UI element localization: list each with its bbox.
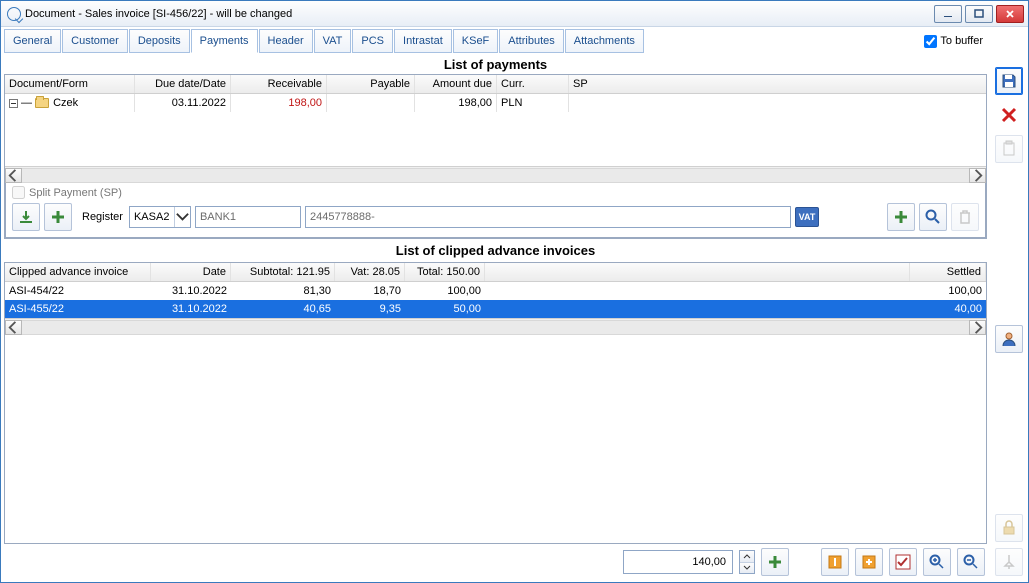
col-payable[interactable]: Payable bbox=[327, 75, 415, 93]
user-button[interactable] bbox=[995, 325, 1023, 353]
to-buffer-checkbox[interactable] bbox=[924, 35, 937, 48]
add-clipped-button[interactable] bbox=[761, 548, 789, 576]
add-payment-button[interactable] bbox=[887, 203, 915, 231]
payments-hscroll[interactable] bbox=[5, 166, 986, 183]
chevron-down-icon bbox=[174, 207, 190, 227]
col-sp[interactable]: SP bbox=[569, 75, 986, 93]
import-register-button[interactable] bbox=[12, 203, 40, 231]
clipped-row[interactable]: ASI-454/2231.10.202281,3018,70100,00100,… bbox=[5, 282, 986, 300]
col-vat[interactable]: Vat: 28.05 bbox=[335, 263, 405, 281]
tab-header[interactable]: Header bbox=[259, 29, 313, 53]
col-subtotal[interactable]: Subtotal: 121.95 bbox=[231, 263, 335, 281]
lock-button bbox=[995, 514, 1023, 542]
tab-customer[interactable]: Customer bbox=[62, 29, 128, 53]
clipped-hscroll[interactable] bbox=[5, 318, 986, 335]
validate-button[interactable] bbox=[889, 548, 917, 576]
tab-deposits[interactable]: Deposits bbox=[129, 29, 190, 53]
account-field[interactable]: 2445778888- bbox=[305, 206, 791, 228]
action-1-button[interactable] bbox=[821, 548, 849, 576]
to-buffer-label[interactable]: To buffer bbox=[940, 35, 983, 47]
col-date[interactable]: Date bbox=[151, 263, 231, 281]
add-register-button[interactable] bbox=[44, 203, 72, 231]
col-clipped-invoice[interactable]: Clipped advance invoice bbox=[5, 263, 151, 281]
spin-up-icon[interactable] bbox=[740, 551, 754, 563]
tab-intrastat[interactable]: Intrastat bbox=[394, 29, 452, 53]
search-payment-button[interactable] bbox=[919, 203, 947, 231]
clipped-row[interactable]: ASI-455/2231.10.202240,659,3550,0040,00 bbox=[5, 300, 986, 318]
scroll-right-icon[interactable] bbox=[969, 320, 986, 335]
split-payment-checkbox[interactable] bbox=[12, 186, 25, 199]
col-amount-due[interactable]: Amount due bbox=[415, 75, 497, 93]
amount-input[interactable]: 140,00 bbox=[623, 550, 733, 574]
col-currency[interactable]: Curr. bbox=[497, 75, 569, 93]
vat-badge-button[interactable]: VAT bbox=[795, 207, 819, 227]
action-2-button[interactable] bbox=[855, 548, 883, 576]
tab-ksef[interactable]: KSeF bbox=[453, 29, 499, 53]
split-payment-label: Split Payment (SP) bbox=[29, 187, 122, 199]
scroll-left-icon[interactable] bbox=[5, 168, 22, 183]
tab-attributes[interactable]: Attributes bbox=[499, 29, 563, 53]
close-button[interactable] bbox=[996, 5, 1024, 23]
cancel-button[interactable] bbox=[995, 101, 1023, 129]
col-total[interactable]: Total: 150.00 bbox=[405, 263, 485, 281]
maximize-button[interactable] bbox=[965, 5, 993, 23]
register-label: Register bbox=[82, 211, 123, 223]
col-document-form[interactable]: Document/Form bbox=[5, 75, 135, 93]
amount-spinner[interactable] bbox=[739, 550, 755, 574]
tab-pcs[interactable]: PCS bbox=[352, 29, 393, 53]
document-icon bbox=[7, 7, 21, 21]
zoom-out-button[interactable] bbox=[957, 548, 985, 576]
tree-toggle-icon[interactable] bbox=[9, 99, 18, 108]
titlebar: Document - Sales invoice [SI-456/22] - w… bbox=[1, 1, 1028, 27]
bank-field[interactable]: BANK1 bbox=[195, 206, 301, 228]
scroll-right-icon[interactable] bbox=[969, 168, 986, 183]
register-select[interactable]: KASA2 bbox=[129, 206, 191, 228]
tab-general[interactable]: General bbox=[4, 29, 61, 53]
scroll-left-icon[interactable] bbox=[5, 320, 22, 335]
payment-row[interactable]: — Czek03.11.2022198,00198,00PLN bbox=[5, 94, 986, 112]
clipped-title: List of clipped advance invoices bbox=[4, 239, 987, 260]
zoom-in-button[interactable] bbox=[923, 548, 951, 576]
minimize-button[interactable] bbox=[934, 5, 962, 23]
col-due-date[interactable]: Due date/Date bbox=[135, 75, 231, 93]
pin-button bbox=[995, 548, 1023, 576]
col-settled[interactable]: Settled bbox=[910, 263, 986, 281]
tab-vat[interactable]: VAT bbox=[314, 29, 352, 53]
clipboard-button bbox=[995, 135, 1023, 163]
delete-payment-button bbox=[951, 203, 979, 231]
payments-title: List of payments bbox=[4, 53, 987, 74]
col-receivable[interactable]: Receivable bbox=[231, 75, 327, 93]
tab-payments[interactable]: Payments bbox=[191, 29, 258, 53]
tab-attachments[interactable]: Attachments bbox=[565, 29, 644, 53]
window-title: Document - Sales invoice [SI-456/22] - w… bbox=[25, 8, 292, 20]
save-button[interactable] bbox=[995, 67, 1023, 95]
spin-down-icon[interactable] bbox=[740, 563, 754, 574]
folder-icon bbox=[35, 98, 49, 108]
